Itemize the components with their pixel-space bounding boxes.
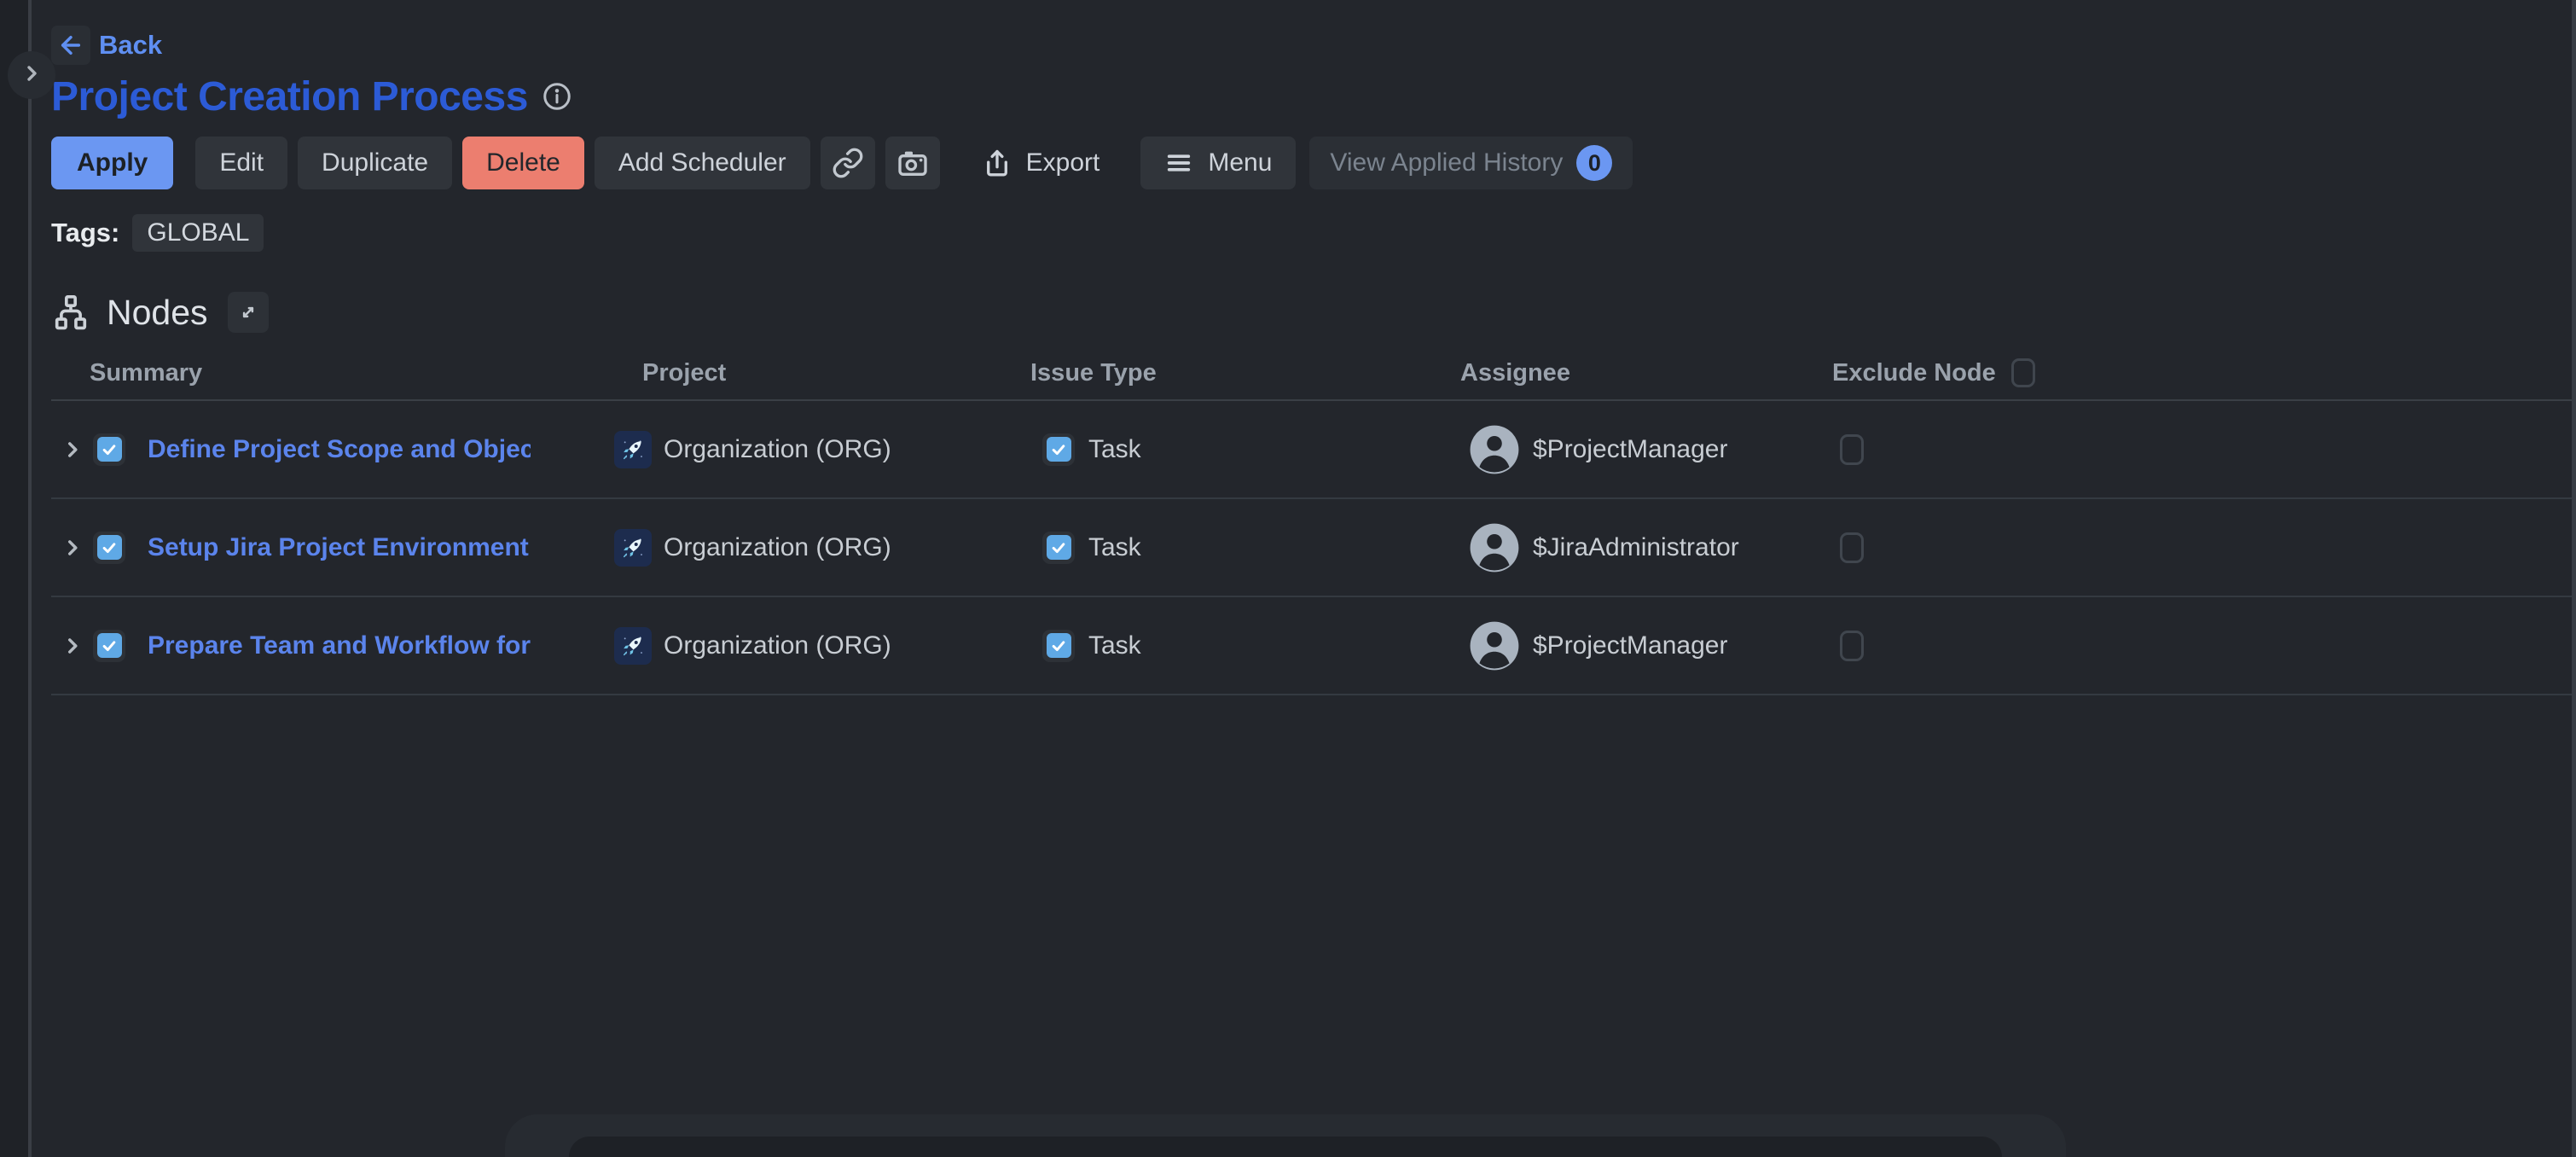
- chevron-right-icon: [61, 439, 84, 461]
- checkmark-icon: [1047, 437, 1071, 462]
- project-name: Organization (ORG): [664, 499, 891, 596]
- org-chart-icon: [51, 293, 90, 332]
- export-button[interactable]: Export: [974, 137, 1107, 189]
- table-row: Setup Jira Project Environment: $ Organi…: [51, 499, 2572, 597]
- chevron-right-icon: [61, 635, 84, 657]
- delete-button[interactable]: Delete: [462, 137, 584, 189]
- title-row: Project Creation Process: [51, 73, 2572, 119]
- back-link[interactable]: Back: [51, 26, 162, 65]
- row-expander[interactable]: [61, 401, 84, 497]
- checkmark-icon: [97, 535, 122, 560]
- nodes-table: Summary Project Issue Type Assignee Excl…: [51, 346, 2572, 695]
- assignee-name: $ProjectManager: [1533, 401, 1727, 497]
- share-up-icon: [981, 147, 1013, 179]
- copy-link-button[interactable]: [821, 137, 875, 189]
- user-avatar-icon: [1468, 521, 1521, 574]
- apply-button[interactable]: Apply: [51, 137, 173, 189]
- summary-link[interactable]: Prepare Team and Workflow for Ex: [148, 631, 531, 660]
- exclude-node-checkbox[interactable]: [1840, 434, 1864, 465]
- issue-type: Task: [1088, 597, 1141, 694]
- chevron-right-icon: [61, 537, 84, 559]
- table-header: Summary Project Issue Type Assignee Excl…: [51, 346, 2572, 401]
- chevron-right-icon: [21, 63, 42, 88]
- screenshot-button[interactable]: [885, 137, 940, 189]
- issue-type: Task: [1088, 401, 1141, 497]
- scrollbar-track[interactable]: [2572, 0, 2576, 1157]
- page-title: Project Creation Process: [51, 73, 528, 120]
- view-applied-history-label: View Applied History: [1330, 148, 1563, 177]
- issue-type-checkbox[interactable]: [1042, 532, 1075, 564]
- rocket-icon: [614, 529, 652, 567]
- diagonal-arrows-icon: [237, 301, 259, 323]
- column-header-summary: Summary: [90, 346, 202, 399]
- exclude-all-checkbox[interactable]: [2011, 358, 2035, 387]
- exclude-node-label: Exclude Node: [1832, 359, 1996, 387]
- assignee-name: $ProjectManager: [1533, 597, 1727, 694]
- assignee-name: $JiraAdministrator: [1533, 499, 1739, 596]
- summary-link[interactable]: Setup Jira Project Environment: $: [148, 533, 531, 562]
- main-content: Back Project Creation Process Apply Edit…: [35, 0, 2572, 1157]
- hamburger-icon: [1164, 148, 1193, 177]
- duplicate-button[interactable]: Duplicate: [298, 137, 452, 189]
- exclude-node-checkbox[interactable]: [1840, 631, 1864, 661]
- rocket-icon: [614, 431, 652, 468]
- issue-type-checkbox[interactable]: [1042, 630, 1075, 662]
- checkmark-icon: [97, 437, 122, 462]
- info-circle-icon[interactable]: [542, 81, 572, 112]
- nodes-title: Nodes: [107, 293, 208, 333]
- row-select-checkbox[interactable]: [93, 532, 125, 564]
- table-row: Prepare Team and Workflow for Ex Organiz…: [51, 597, 2572, 695]
- collapsed-sidebar-rail: [0, 0, 32, 1157]
- issue-type-checkbox[interactable]: [1042, 433, 1075, 466]
- toolbar: Apply Edit Duplicate Delete Add Schedule…: [51, 137, 2572, 189]
- app-window: Back Project Creation Process Apply Edit…: [0, 0, 2576, 1157]
- column-header-issue-type: Issue Type: [1030, 346, 1157, 399]
- exclude-node-checkbox[interactable]: [1840, 532, 1864, 563]
- user-avatar-icon: [1468, 619, 1521, 672]
- menu-button[interactable]: Menu: [1140, 137, 1296, 189]
- project-name: Organization (ORG): [664, 597, 891, 694]
- arrow-left-icon: [51, 26, 90, 65]
- tags-label: Tags:: [51, 218, 119, 248]
- row-expander[interactable]: [61, 597, 84, 694]
- tags-row: Tags: GLOBAL: [51, 215, 2572, 251]
- export-label: Export: [1026, 148, 1100, 177]
- project-name: Organization (ORG): [664, 401, 891, 497]
- history-count-badge: 0: [1576, 145, 1612, 181]
- sidebar-expand-button[interactable]: [8, 51, 55, 99]
- expand-nodes-button[interactable]: [228, 292, 269, 333]
- checkmark-icon: [1047, 633, 1071, 658]
- checkmark-icon: [1047, 535, 1071, 560]
- column-header-exclude-node: Exclude Node: [1832, 346, 2035, 399]
- link-icon: [832, 147, 864, 179]
- column-header-project: Project: [642, 346, 726, 399]
- view-applied-history-button[interactable]: View Applied History 0: [1309, 137, 1633, 189]
- checkmark-icon: [97, 633, 122, 658]
- column-header-assignee: Assignee: [1460, 346, 1570, 399]
- row-expander[interactable]: [61, 499, 84, 596]
- table-row: Define Project Scope and Objectiv Organi…: [51, 401, 2572, 499]
- user-avatar-icon: [1468, 423, 1521, 476]
- bottom-sheet-inner: [569, 1137, 2002, 1157]
- add-scheduler-button[interactable]: Add Scheduler: [595, 137, 810, 189]
- tag-chip-global: GLOBAL: [132, 214, 264, 252]
- row-select-checkbox[interactable]: [93, 433, 125, 466]
- issue-type: Task: [1088, 499, 1141, 596]
- summary-link[interactable]: Define Project Scope and Objectiv: [148, 435, 531, 464]
- back-label: Back: [99, 30, 162, 61]
- nodes-section-header: Nodes: [51, 290, 2572, 334]
- edit-button[interactable]: Edit: [195, 137, 287, 189]
- row-select-checkbox[interactable]: [93, 630, 125, 662]
- camera-icon: [896, 146, 930, 180]
- rocket-icon: [614, 627, 652, 665]
- menu-label: Menu: [1208, 148, 1272, 177]
